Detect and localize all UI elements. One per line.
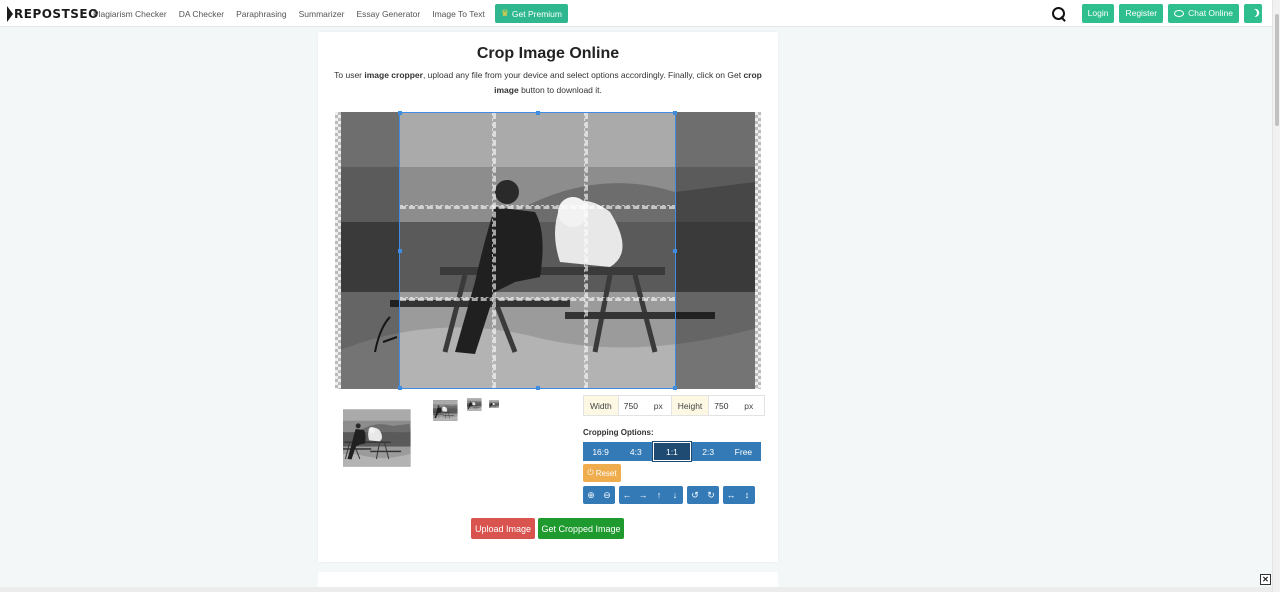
zoom-group: ⊕ ⊖ xyxy=(583,486,615,504)
desc-text-2: , upload any file from your device and s… xyxy=(422,70,744,80)
crop-preview-small xyxy=(467,396,486,413)
nav-actions: Login Register Chat Online xyxy=(1049,4,1262,23)
get-premium-button[interactable]: ♛ Get Premium xyxy=(494,4,568,23)
logo-mark-icon xyxy=(7,5,13,22)
height-unit: px xyxy=(744,400,754,411)
ratio-1-1-button[interactable]: 1:1 xyxy=(652,441,692,462)
chat-online-label: Chat Online xyxy=(1188,8,1233,18)
arrow-up-icon[interactable]: ↑ xyxy=(651,486,667,504)
get-cropped-image-button[interactable]: Get Cropped Image xyxy=(538,518,624,539)
aspect-ratio-options: 16:9 4:3 1:1 2:3 Free xyxy=(583,441,761,462)
power-icon: ⏻ xyxy=(587,468,594,477)
flip-vertical-icon[interactable]: ↕ xyxy=(739,486,755,504)
ratio-free-button[interactable]: Free xyxy=(726,442,761,461)
width-unit: px xyxy=(650,396,672,415)
crop-mask-right xyxy=(676,112,761,389)
ratio-4-3-button[interactable]: 4:3 xyxy=(618,442,653,461)
nav-links: Plagiarism Checker DA Checker Paraphrasi… xyxy=(87,0,568,27)
rotate-right-icon[interactable]: ↻ xyxy=(703,486,719,504)
nav-link-essay-generator[interactable]: Essay Generator xyxy=(350,9,426,19)
get-premium-label: Get Premium xyxy=(511,8,562,19)
chat-icon xyxy=(1174,10,1185,17)
width-input[interactable]: 750 xyxy=(619,396,650,415)
crop-preview-medium xyxy=(433,396,465,425)
crown-icon: ♛ xyxy=(500,8,509,18)
rotate-left-icon[interactable]: ↺ xyxy=(687,486,703,504)
crop-guide-h2 xyxy=(400,297,675,301)
crop-handle-n[interactable] xyxy=(536,111,540,115)
flip-group: ↔ ↕ xyxy=(723,486,755,504)
crop-selection-box[interactable] xyxy=(398,111,677,390)
vertical-scrollbar[interactable] xyxy=(1272,0,1280,592)
rotate-group: ↺ ↻ xyxy=(687,486,719,504)
crop-handle-nw[interactable] xyxy=(398,111,402,115)
login-button[interactable]: Login xyxy=(1081,4,1115,23)
chat-online-button[interactable]: Chat Online xyxy=(1168,4,1239,23)
zoom-out-icon[interactable]: ⊖ xyxy=(599,486,615,504)
desc-text-3: button to download it. xyxy=(518,85,602,95)
crop-handle-sw[interactable] xyxy=(398,386,402,390)
nav-link-summarizer[interactable]: Summarizer xyxy=(293,9,351,19)
nav-link-paraphrasing[interactable]: Paraphrasing xyxy=(230,9,293,19)
close-icon[interactable]: ✕ xyxy=(1260,574,1271,585)
ratio-16-9-button[interactable]: 16:9 xyxy=(583,442,618,461)
moon-icon[interactable] xyxy=(1244,4,1262,23)
reset-label: Reset xyxy=(595,468,617,478)
nav-link-da-checker[interactable]: DA Checker xyxy=(173,9,230,19)
horizontal-scrollbar[interactable] xyxy=(0,587,1272,592)
width-label: Width xyxy=(584,396,619,415)
arrow-down-icon[interactable]: ↓ xyxy=(667,486,683,504)
canvas-edge-right xyxy=(755,112,761,389)
desc-bold-1: image cropper xyxy=(364,70,423,80)
crop-handle-e[interactable] xyxy=(673,249,677,253)
arrow-right-icon[interactable]: → xyxy=(635,486,651,504)
crop-guide-h1 xyxy=(400,205,675,209)
search-icon[interactable] xyxy=(1049,4,1069,23)
crop-handle-se[interactable] xyxy=(673,386,677,390)
crop-handle-w[interactable] xyxy=(398,249,402,253)
nav-link-image-to-text[interactable]: Image To Text xyxy=(426,9,491,19)
page-description: To user image cropper, upload any file f… xyxy=(324,68,772,98)
height-input[interactable]: 750 xyxy=(709,396,740,415)
register-button[interactable]: Register xyxy=(1119,4,1164,23)
arrow-left-icon[interactable]: ← xyxy=(619,486,635,504)
crop-guide-v1 xyxy=(492,113,496,388)
canvas-edge-left xyxy=(335,112,341,389)
cropping-options-label: Cropping Options: xyxy=(583,428,654,437)
height-label: Height xyxy=(671,396,710,415)
crop-handle-s[interactable] xyxy=(536,386,540,390)
ratio-2-3-button[interactable]: 2:3 xyxy=(691,442,726,461)
crop-preview-xsmall xyxy=(489,397,502,408)
reset-button[interactable]: ⏻ Reset xyxy=(583,464,621,482)
zoom-in-icon[interactable]: ⊕ xyxy=(583,486,599,504)
upload-image-button[interactable]: Upload Image xyxy=(471,518,535,539)
crop-toolbar: ⊕ ⊖ ← → ↑ ↓ ↺ ↻ ↔ ↕ xyxy=(583,486,755,504)
crop-preview-large xyxy=(343,394,431,482)
top-navbar: REPOSTSEO Plagiarism Checker DA Checker … xyxy=(0,0,1272,27)
crop-handle-ne[interactable] xyxy=(673,111,677,115)
page-title: Crop Image Online xyxy=(476,45,620,62)
nav-link-plagiarism-checker[interactable]: Plagiarism Checker xyxy=(87,9,173,19)
flip-horizontal-icon[interactable]: ↔ xyxy=(723,486,739,504)
desc-text-1: To user xyxy=(334,70,365,80)
crop-mask-left xyxy=(335,112,399,389)
dimension-fields: Width 750 px Height 750 px xyxy=(583,395,766,416)
crop-guide-v2 xyxy=(584,113,588,388)
scrollbar-thumb[interactable] xyxy=(1275,14,1279,126)
site-logo[interactable]: REPOSTSEO xyxy=(7,5,99,22)
move-group: ← → ↑ ↓ xyxy=(619,486,683,504)
